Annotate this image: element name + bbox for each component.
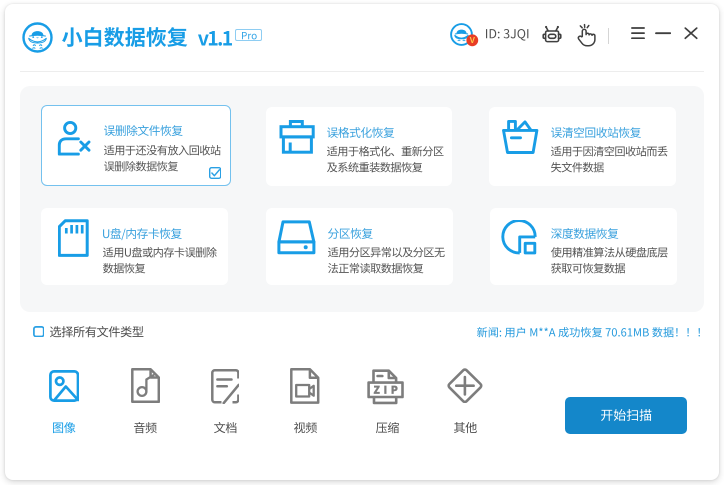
svg-text:V: V <box>470 36 476 45</box>
